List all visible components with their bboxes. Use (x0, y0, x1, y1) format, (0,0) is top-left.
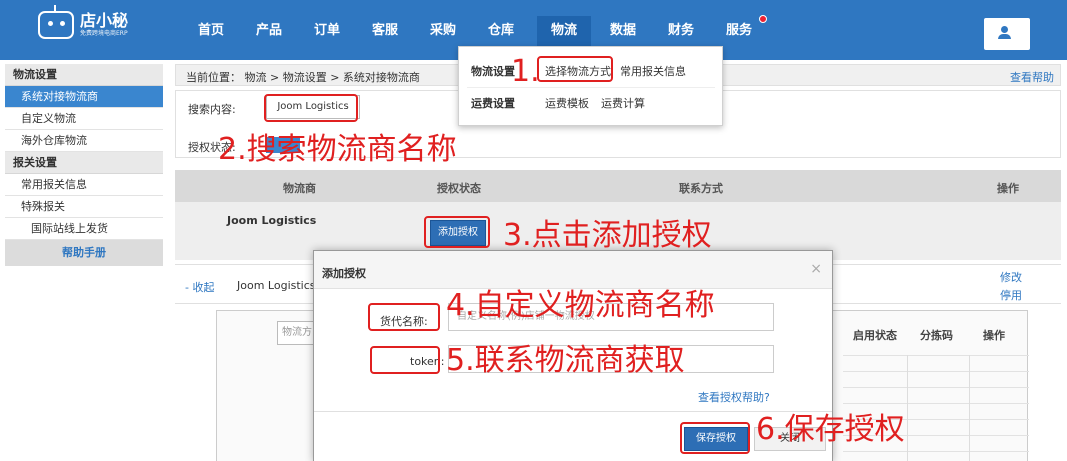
notification-dot-icon (759, 15, 767, 23)
sidebar-item-overseas-warehouse[interactable]: 海外仓库物流 (5, 130, 163, 152)
edit-link[interactable]: 修改 (1000, 269, 1022, 285)
col-carrier: 物流商 (283, 182, 316, 195)
col-actions: 操作 (997, 182, 1019, 195)
modal-footer-divider (314, 411, 832, 412)
col-inner-actions: 操作 (983, 329, 1005, 342)
col-sort-code: 分拣码 (920, 329, 953, 342)
nav-item-data[interactable]: 数据 (602, 16, 644, 46)
disable-link[interactable]: 停用 (1000, 287, 1022, 303)
sidebar: 物流设置 系统对接物流商 自定义物流 海外仓库物流 报关设置 常用报关信息 特殊… (5, 64, 163, 266)
nav-item-products[interactable]: 产品 (248, 16, 290, 46)
highlight-search-input (264, 94, 358, 122)
auth-help-link[interactable]: 查看授权帮助? (698, 389, 770, 405)
modal-header: 添加授权 × (314, 251, 832, 289)
collapse-link[interactable]: - 收起 (185, 279, 214, 295)
annotation-step-6: 6.保存授权 (756, 412, 905, 447)
annotation-step-4: 4.自定义物流商名称 (446, 288, 715, 323)
highlight-add-auth (424, 216, 490, 248)
robot-logo-icon (38, 5, 74, 39)
annotation-step-1: 1. (511, 54, 540, 89)
user-menu-button[interactable] (984, 18, 1030, 50)
menu-item-freight-calc[interactable]: 运费计算 (601, 95, 645, 111)
annotation-step-2: 2.搜索物流商名称 (218, 132, 457, 167)
highlight-save-button (680, 422, 750, 454)
nav-item-home[interactable]: 首页 (190, 16, 232, 46)
sidebar-item-special-customs[interactable]: 特殊报关 (5, 196, 163, 218)
close-icon[interactable]: × (810, 261, 822, 277)
col-contact: 联系方式 (679, 182, 723, 195)
highlight-forwarder-label (368, 303, 440, 331)
search-label: 搜索内容: (188, 103, 236, 116)
table-header: 物流商 授权状态 联系方式 操作 (175, 170, 1061, 202)
nav-item-service[interactable]: 客服 (364, 16, 406, 46)
col-auth-status: 授权状态 (437, 182, 481, 195)
nav-item-orders[interactable]: 订单 (306, 16, 348, 46)
logo-name: 店小秘 (80, 11, 129, 30)
view-help-link[interactable]: 查看帮助 (1010, 69, 1054, 85)
modal-title: 添加授权 (322, 267, 366, 280)
sidebar-section-logistics: 物流设置 (5, 64, 163, 86)
logo-tagline: 免费跨境电商ERP (80, 30, 128, 37)
annotation-step-5: 5.联系物流商获取 (446, 343, 685, 378)
nav-item-purchase[interactable]: 采购 (422, 16, 464, 46)
carrier-name: Joom Logistics (227, 214, 317, 227)
column-divider (969, 355, 970, 461)
dropdown-divider (467, 87, 715, 88)
sidebar-item-system-carriers[interactable]: 系统对接物流商 (5, 86, 163, 108)
breadcrumb: 当前位置： 物流 > 物流设置 > 系统对接物流商 (186, 71, 420, 84)
sidebar-item-custom-logistics[interactable]: 自定义物流 (5, 108, 163, 130)
logo[interactable]: 店小秘 免费跨境电商ERP (38, 5, 129, 42)
nav-item-logistics[interactable]: 物流 (537, 16, 591, 46)
sub-carrier-name: Joom Logistics (237, 279, 316, 292)
highlight-select-logistics (537, 56, 613, 82)
help-manual-button[interactable]: 帮助手册 (5, 240, 163, 266)
menu-item-customs-info[interactable]: 常用报关信息 (620, 63, 686, 79)
sidebar-item-intl-online-shipping[interactable]: 国际站线上发货 (5, 218, 163, 240)
nav-item-warehouse[interactable]: 仓库 (480, 16, 522, 46)
nav-item-finance[interactable]: 财务 (660, 16, 702, 46)
dropdown-group-freight: 运费设置 (471, 97, 515, 110)
column-divider (907, 355, 908, 461)
sidebar-item-customs-info[interactable]: 常用报关信息 (5, 174, 163, 196)
user-icon (998, 26, 1012, 40)
annotation-step-3: 3.点击添加授权 (503, 218, 712, 253)
sidebar-section-customs: 报关设置 (5, 152, 163, 174)
dropdown-group-logistics: 物流设置 (471, 65, 515, 78)
highlight-token-label (370, 346, 440, 374)
nav-item-services[interactable]: 服务 (718, 16, 760, 46)
menu-item-freight-template[interactable]: 运费模板 (545, 95, 589, 111)
col-enable-status: 启用状态 (853, 329, 897, 342)
